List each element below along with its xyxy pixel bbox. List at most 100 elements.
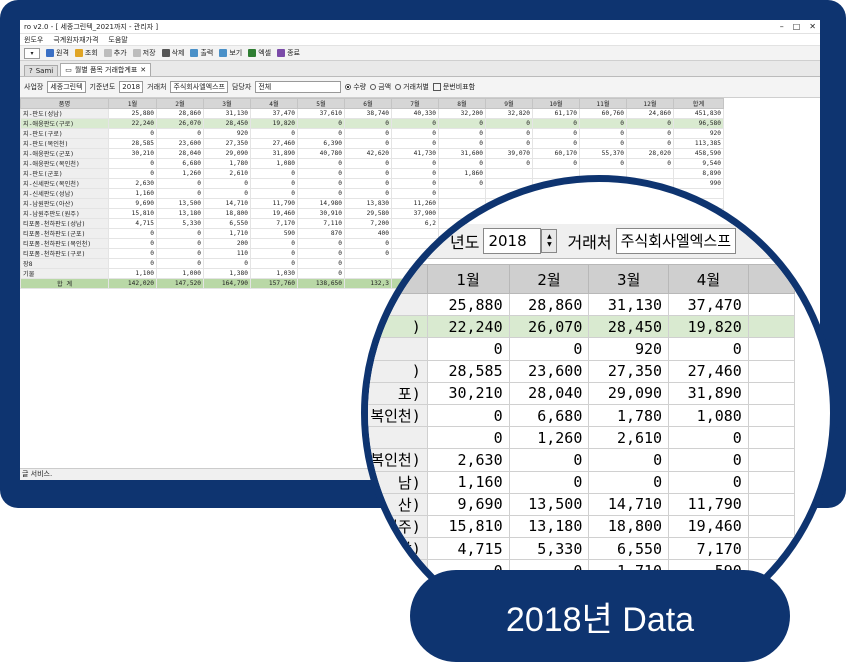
column-header[interactable]: 12월 bbox=[626, 98, 674, 109]
toolbar-dropdown[interactable]: ▾ bbox=[24, 47, 40, 59]
value-cell: 0 bbox=[156, 228, 204, 239]
value-cell: 1,100 bbox=[108, 268, 157, 279]
column-header[interactable]: 5월 bbox=[297, 98, 345, 109]
value-cell: 157,760 bbox=[250, 278, 298, 289]
magnified-name-cell: 포) bbox=[368, 381, 428, 405]
value-cell: 0 bbox=[108, 168, 157, 179]
table-row[interactable]: 지-판도(복인천) 28,585 23,600 27,350 27,460 6,390 0 0… bbox=[20, 138, 724, 149]
magnified-value-cell: 13,180 bbox=[508, 514, 590, 539]
column-header[interactable]: 7월 bbox=[391, 98, 439, 109]
empty-cell bbox=[157, 289, 204, 298]
column-header[interactable]: 6월 bbox=[344, 98, 392, 109]
value-cell: 0 bbox=[297, 158, 345, 169]
column-header[interactable]: 합계 bbox=[673, 98, 724, 109]
empty-cell bbox=[21, 289, 109, 298]
partial-cell bbox=[747, 315, 796, 339]
toolbar-button-4[interactable]: 삭제 bbox=[161, 48, 184, 58]
toolbar-button-1[interactable]: 조회 bbox=[74, 48, 98, 58]
radio-amount[interactable]: 금액 bbox=[370, 82, 391, 92]
tab-monthly-summary[interactable]: ▭ 월별 품목 거래합계표 ✕ bbox=[60, 63, 152, 76]
menu-prices[interactable]: 극계원자재가격 bbox=[53, 35, 98, 45]
vendor-input[interactable]: 주식회사엘엑스프 bbox=[170, 81, 228, 93]
magnified-name-cell: 산) bbox=[368, 492, 428, 516]
empty-cell bbox=[157, 370, 204, 378]
item-name-cell: 티포폼-천하판도(성남) bbox=[20, 218, 109, 229]
empty-cell bbox=[251, 378, 298, 386]
empty-cell bbox=[298, 386, 345, 394]
manager-select[interactable]: 전체 bbox=[255, 81, 342, 93]
magnified-value-cell: 30,210 bbox=[426, 381, 510, 405]
column-header[interactable]: 2월 bbox=[156, 98, 204, 109]
value-cell: 0 bbox=[532, 118, 580, 129]
table-row[interactable]: 지-애웅판도(군포) 30,210 28,040 29,090 31,890 40,780… bbox=[20, 148, 724, 159]
column-header[interactable]: 9월 bbox=[485, 98, 533, 109]
magnified-value-cell: 1,260 bbox=[508, 426, 590, 450]
value-cell: 0 bbox=[344, 168, 392, 179]
toolbar-button-2[interactable]: 추가 bbox=[103, 48, 127, 58]
tab-close-icon[interactable]: ✕ bbox=[140, 66, 146, 74]
toolbar-button-3[interactable]: 저장 bbox=[132, 48, 156, 58]
item-name-cell: 지-판도(성남) bbox=[20, 108, 109, 119]
column-header[interactable]: 4월 bbox=[250, 98, 298, 109]
toolbar-button-8[interactable]: 종료 bbox=[277, 48, 300, 58]
value-cell: 590 bbox=[250, 228, 298, 239]
empty-cell bbox=[157, 386, 204, 394]
checkbox-option[interactable]: 문번비표함 bbox=[432, 82, 475, 92]
toolbar-button-7[interactable]: 엑셀 bbox=[248, 48, 271, 58]
empty-cell bbox=[204, 346, 251, 354]
toolbar-button-5[interactable]: 출력 bbox=[190, 48, 213, 58]
year-input[interactable]: 2018 bbox=[119, 81, 144, 93]
magnified-value-cell: 920 bbox=[588, 337, 670, 361]
magnified-value-cell: 28,860 bbox=[508, 292, 590, 317]
value-cell: 15,810 bbox=[108, 208, 157, 219]
empty-cell bbox=[251, 362, 298, 370]
column-header[interactable]: 1월 bbox=[108, 98, 157, 109]
table-row[interactable]: 지-애웅판도(구로) 22,240 26,070 28,450 19,820 0 0 0 0 0 0… bbox=[20, 118, 724, 129]
close-icon[interactable]: ✕ bbox=[809, 22, 816, 31]
value-cell: 0 bbox=[297, 268, 345, 279]
magnified-row: 0 1,260 2,610 0 bbox=[368, 426, 796, 450]
item-name-cell: 지-남원주판도(원주) bbox=[20, 208, 109, 219]
magnified-name-cell bbox=[368, 337, 428, 361]
toolbar-button-0[interactable]: 원격 bbox=[46, 48, 69, 58]
column-header[interactable]: 11월 bbox=[579, 98, 627, 109]
empty-cell bbox=[21, 329, 109, 337]
table-row[interactable]: 지-애웅판도(복인천) 0 6,680 1,780 1,080 0 0 0 0 0 0 0 0 9,540 bbox=[20, 158, 724, 169]
value-cell: 61,170 bbox=[532, 108, 580, 119]
table-row[interactable]: 지-판도(성남) 25,880 28,860 31,130 37,470 37,610 38… bbox=[20, 108, 724, 119]
value-cell: 4,715 bbox=[108, 218, 157, 229]
toolbar-button-6[interactable]: 보기 bbox=[219, 48, 242, 58]
radio-quantity[interactable]: 수량 bbox=[345, 82, 366, 92]
column-header[interactable]: 10월 bbox=[532, 98, 580, 109]
value-cell: 1,780 bbox=[203, 158, 251, 169]
empty-cell bbox=[109, 289, 157, 298]
magnified-column-header: 3월 bbox=[588, 264, 670, 294]
column-header[interactable]: 품명 bbox=[20, 98, 109, 109]
partial-cell bbox=[747, 537, 796, 561]
column-header[interactable]: 8월 bbox=[438, 98, 486, 109]
value-cell: 0 bbox=[297, 118, 345, 129]
tab-sami[interactable]: ? Sami bbox=[24, 65, 59, 76]
maximize-icon[interactable]: □ bbox=[793, 22, 801, 31]
menu-window[interactable]: 윈도우 bbox=[24, 35, 43, 45]
empty-cell bbox=[109, 321, 157, 329]
value-cell: 32,820 bbox=[485, 108, 533, 119]
value-cell: 14,980 bbox=[297, 198, 345, 209]
magnified-value-cell: 6,680 bbox=[508, 403, 590, 428]
empty-cell bbox=[298, 354, 345, 362]
magnified-name-cell: 원주) bbox=[368, 514, 428, 539]
radio-by-vendor[interactable]: 거래처별 bbox=[395, 82, 429, 92]
tab-label: 월별 품목 거래합계표 bbox=[74, 66, 138, 74]
value-cell: 0 bbox=[297, 188, 345, 199]
minimize-icon[interactable]: – bbox=[780, 22, 784, 31]
menu-help[interactable]: 도움말 bbox=[108, 35, 127, 45]
empty-cell bbox=[109, 305, 157, 313]
value-cell: 1,030 bbox=[250, 268, 298, 279]
value-cell: 60,170 bbox=[532, 148, 580, 159]
delete-icon bbox=[161, 49, 170, 57]
magnified-value-cell: 0 bbox=[508, 470, 590, 494]
value-cell: 31,890 bbox=[250, 148, 298, 159]
site-select[interactable]: 세종그린텍 bbox=[47, 81, 86, 93]
table-row[interactable]: 지-판도(구로) 0 0 920 0 0 0 0 0 0 0 0 0 920 bbox=[20, 128, 724, 139]
column-header[interactable]: 3월 bbox=[203, 98, 251, 109]
